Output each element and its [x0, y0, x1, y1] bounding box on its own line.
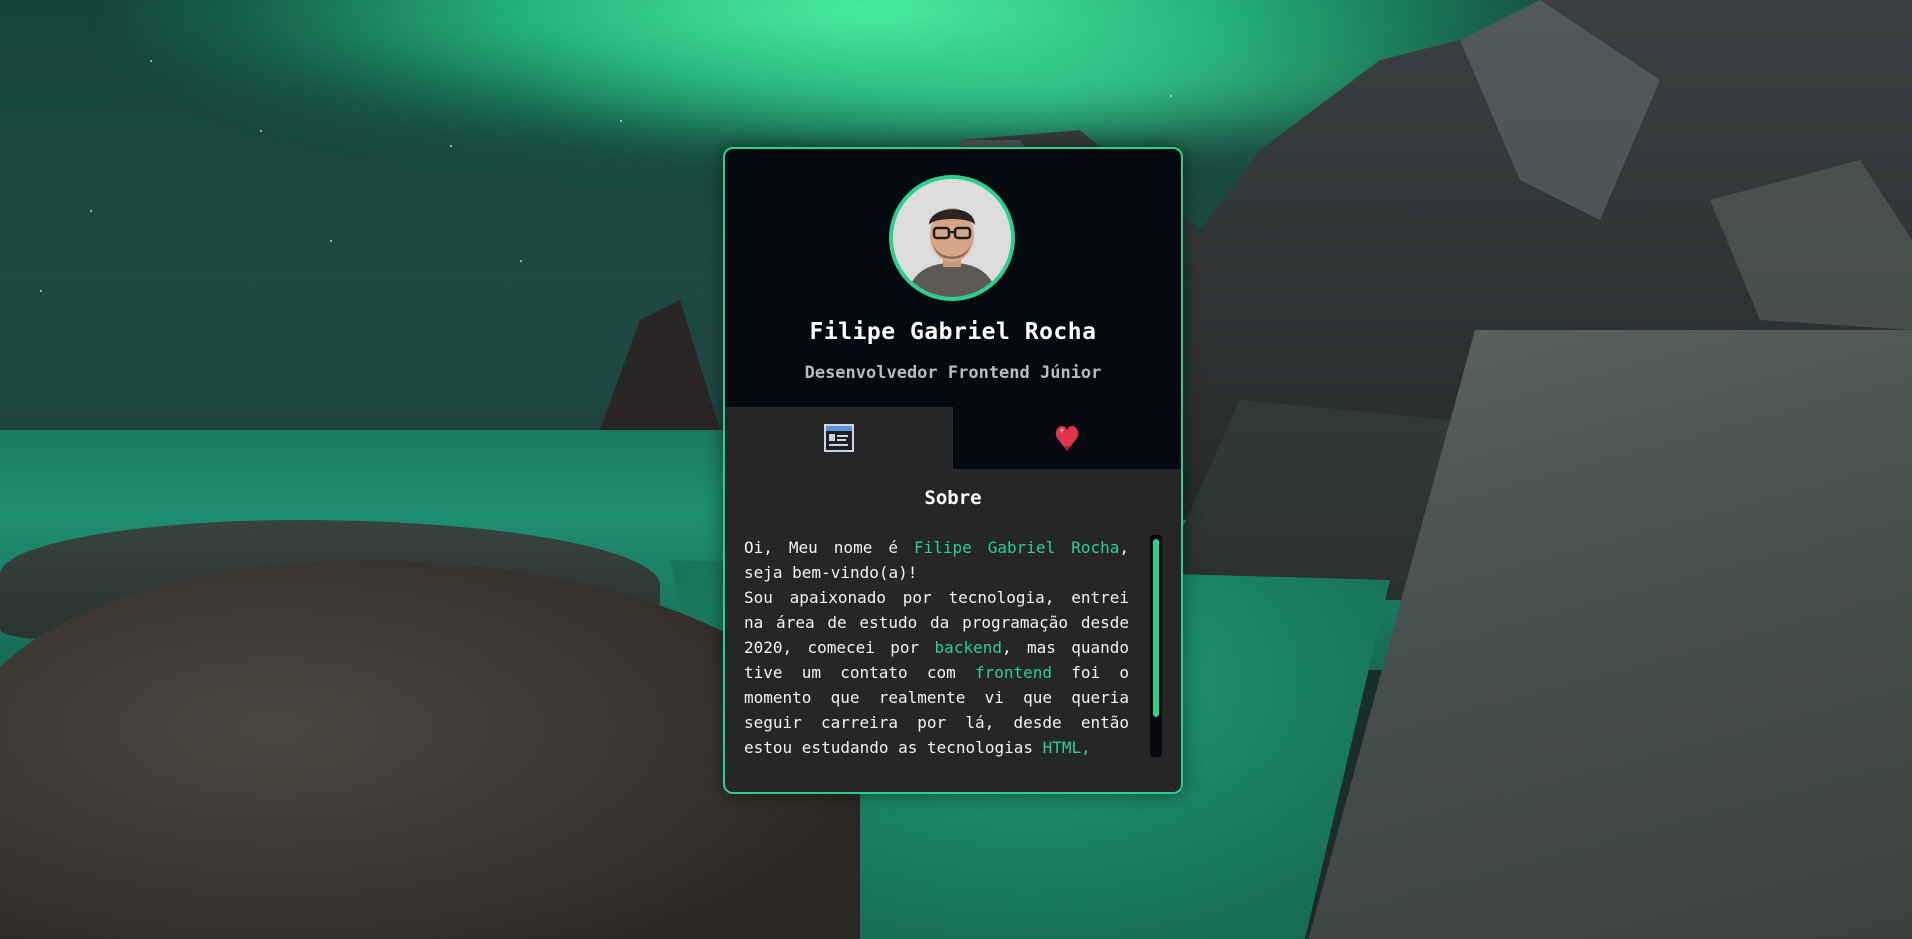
- about-text: Oi, Meu nome é Filipe Gabriel Rocha, sej…: [744, 535, 1129, 757]
- avatar-photo: [893, 179, 1011, 297]
- star: [520, 260, 522, 262]
- highlight-frontend: frontend: [974, 663, 1053, 682]
- scrollbar-thumb[interactable]: [1153, 539, 1159, 717]
- star: [40, 290, 42, 292]
- star: [150, 60, 152, 62]
- heart-icon: [1055, 426, 1079, 451]
- profile-card: Filipe Gabriel Rocha Desenvolvedor Front…: [723, 147, 1183, 794]
- star: [90, 210, 92, 212]
- avatar: [889, 175, 1015, 301]
- tab-bar: [725, 407, 1181, 469]
- profile-name: Filipe Gabriel Rocha: [809, 319, 1097, 345]
- profile-header: Filipe Gabriel Rocha Desenvolvedor Front…: [725, 149, 1181, 407]
- about-text-segment: Oi, Meu nome é: [744, 538, 914, 557]
- about-panel: Sobre Oi, Meu nome é Filipe Gabriel Roch…: [725, 469, 1181, 792]
- star: [330, 240, 332, 242]
- highlight-name: Filipe Gabriel Rocha: [913, 538, 1120, 557]
- tab-about[interactable]: [725, 407, 953, 469]
- star: [450, 145, 452, 147]
- tab-interests[interactable]: [953, 407, 1181, 469]
- star: [260, 130, 262, 132]
- highlight-html: HTML,: [1042, 738, 1091, 757]
- profile-card-icon: [824, 424, 854, 452]
- panel-title: Sobre: [924, 487, 982, 509]
- scrollbar[interactable]: [1150, 535, 1162, 757]
- profile-role: Desenvolvedor Frontend Júnior: [804, 363, 1102, 383]
- highlight-backend: backend: [934, 638, 1002, 657]
